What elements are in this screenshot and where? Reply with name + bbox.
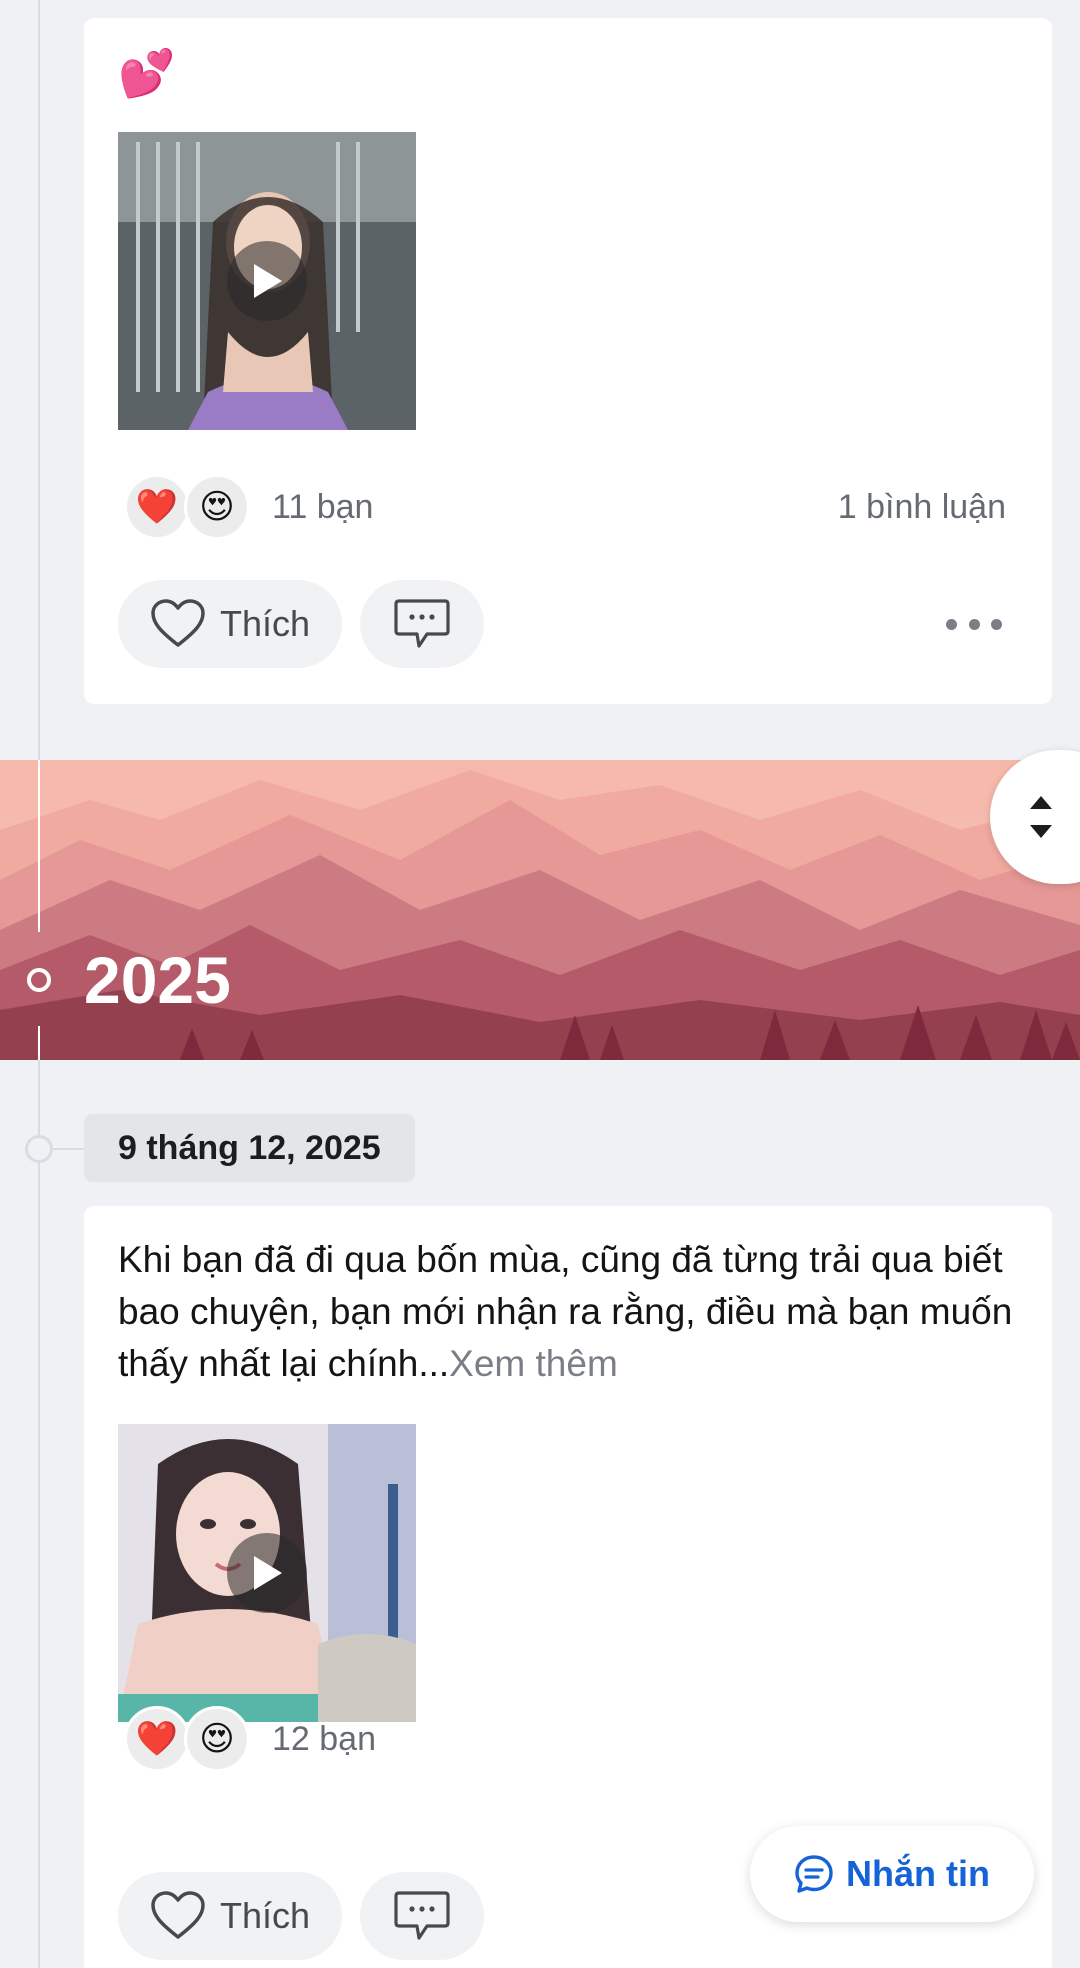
heart-eyes-reaction-icon: 😍 <box>184 1706 250 1772</box>
post-text: Khi bạn đã đi qua bốn mùa, cũng đã từng … <box>118 1234 1018 1390</box>
reaction-count: 12 bạn <box>272 1719 376 1758</box>
post-date: 9 tháng 12, 2025 <box>84 1114 415 1182</box>
year-label: 2025 <box>84 943 231 1017</box>
message-button[interactable]: Nhắn tin <box>750 1826 1034 1922</box>
like-label: Thích <box>220 1895 311 1936</box>
play-icon <box>254 264 282 298</box>
heart-reaction-icon: ❤️ <box>124 474 190 540</box>
video-thumbnail[interactable] <box>118 1424 416 1722</box>
scroll-up-down-icon <box>1030 796 1052 838</box>
reaction-summary[interactable]: ❤️ 😍 11 bạn <box>124 474 373 540</box>
like-button[interactable]: Thích <box>118 580 342 668</box>
like-label: Thích <box>220 603 311 644</box>
timeline-year-dot <box>27 968 51 992</box>
play-button[interactable] <box>227 241 307 321</box>
message-label: Nhắn tin <box>846 1853 990 1894</box>
play-icon <box>254 1556 282 1590</box>
timeline-segment <box>38 1026 40 1060</box>
timeline-segment <box>38 760 40 932</box>
timeline-date-dot <box>25 1135 53 1163</box>
message-bubble-icon <box>795 1855 833 1893</box>
comment-button[interactable] <box>360 580 484 668</box>
comment-button[interactable] <box>360 1872 484 1960</box>
reaction-summary[interactable]: ❤️ 😍 12 bạn <box>124 1706 376 1772</box>
heart-outline-icon <box>151 599 205 647</box>
play-button[interactable] <box>227 1533 307 1613</box>
video-thumbnail[interactable] <box>118 132 416 430</box>
timeline-connector <box>53 1148 84 1150</box>
heart-eyes-reaction-icon: 😍 <box>184 474 250 540</box>
more-horizontal-icon <box>946 618 957 630</box>
heart-outline-icon <box>151 1891 205 1939</box>
more-options-button[interactable] <box>946 616 1002 632</box>
post-text: 💕 <box>118 47 176 99</box>
heart-reaction-icon: ❤️ <box>124 1706 190 1772</box>
post-card: 💕 ❤️ 😍 11 bạn 1 bình luận Thích <box>84 18 1052 704</box>
comment-count[interactable]: 1 bình luận <box>838 488 1006 527</box>
comment-bubble-icon <box>394 1891 450 1940</box>
reaction-count: 11 bạn <box>272 487 374 526</box>
see-more-link[interactable]: Xem thêm <box>449 1343 618 1384</box>
comment-bubble-icon <box>394 599 450 648</box>
like-button[interactable]: Thích <box>118 1872 342 1960</box>
